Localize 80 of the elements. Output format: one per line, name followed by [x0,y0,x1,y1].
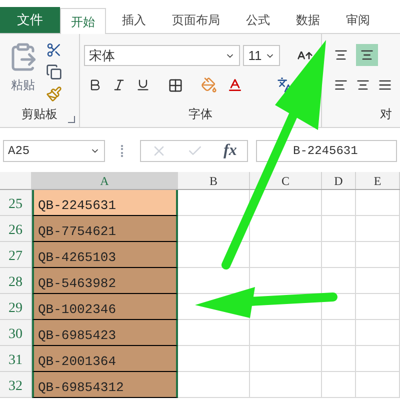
align-left-icon[interactable] [334,78,348,92]
table-cell[interactable]: QB-5463982 [32,268,178,294]
align-middle-icon [334,48,348,62]
table-cell[interactable]: QB-2001364 [32,346,178,372]
table-cell[interactable] [356,294,400,320]
row-header[interactable]: 28 [0,268,32,294]
column-header[interactable]: B [178,172,250,189]
table-cell[interactable] [356,268,400,294]
table-cell[interactable] [356,216,400,242]
ribbon-tab[interactable]: 插入 [112,7,156,33]
table-cell[interactable] [178,372,250,398]
table-cell[interactable] [322,346,356,372]
table-cell[interactable] [178,346,250,372]
table-cell[interactable]: QB-4265103 [32,242,178,268]
table-cell[interactable] [250,242,322,268]
copy-icon[interactable] [46,64,62,80]
italic-icon[interactable] [112,78,126,92]
table-cell[interactable] [356,242,400,268]
table-cell[interactable] [322,190,356,216]
paste-label[interactable]: 粘贴 [11,76,35,94]
separator-dots-icon [121,145,124,157]
row-header[interactable]: 32 [0,372,32,398]
ribbon-tab[interactable]: 审阅 [336,7,380,33]
group-label: 字体 [188,106,214,123]
ribbon-tab[interactable]: 公式 [236,7,280,33]
table-cell[interactable] [250,372,322,398]
font-name-field[interactable]: 宋体 [84,45,240,66]
table-cell[interactable]: QB-7754621 [32,216,178,242]
column-header[interactable]: A [32,172,178,189]
row-header[interactable]: 30 [0,320,32,346]
table-cell[interactable] [356,320,400,346]
table-cell[interactable] [322,294,356,320]
table-cell[interactable] [178,190,250,216]
borders-icon[interactable] [168,78,184,92]
group-label: 剪贴板 [22,106,58,123]
row-header[interactable]: 29 [0,294,32,320]
table-cell[interactable] [356,346,400,372]
table-cell[interactable] [322,216,356,242]
ribbon-tab[interactable]: 数据 [286,7,330,33]
column-header[interactable]: D [322,172,356,189]
column-header[interactable]: C [250,172,322,189]
table-cell[interactable] [250,346,322,372]
ribbon-tab[interactable]: 页面布局 [162,7,230,33]
table-cell[interactable] [356,190,400,216]
table-cell[interactable] [322,372,356,398]
row-header[interactable]: 27 [0,242,32,268]
font-color-icon[interactable] [227,77,244,93]
bold-icon[interactable] [88,78,102,92]
formula-input-field[interactable]: B-2245631 [256,140,397,162]
table-cell[interactable] [178,242,250,268]
cut-icon[interactable] [46,42,62,58]
align-middle-icon [360,48,374,62]
align-right-icon[interactable] [378,78,392,92]
font-size-field[interactable]: 11 [243,45,280,66]
table-cell[interactable] [178,320,250,346]
row-header[interactable]: 26 [0,216,32,242]
table-cell[interactable]: QB-6985423 [32,320,178,346]
table-cell[interactable] [322,242,356,268]
row-header[interactable]: 25 [0,190,32,216]
fill-color-icon[interactable] [201,77,218,93]
table-cell[interactable] [250,320,322,346]
insert-function-button[interactable]: fx [224,139,237,163]
table-cell[interactable]: QB-69854312 [32,372,178,398]
column-header[interactable]: E [356,172,400,189]
ribbon-tab[interactable]: 开始 [60,8,106,34]
table-cell[interactable] [250,190,322,216]
row-header[interactable]: 31 [0,346,32,372]
file-tab[interactable]: 文件 [0,7,60,33]
group-label: 对 [380,106,392,123]
table-cell[interactable]: QB-1002346 [32,294,178,320]
table-cell[interactable]: QB-2245631 [32,190,178,216]
align-center-icon[interactable] [356,78,370,92]
align-button[interactable] [356,44,378,66]
table-cell[interactable] [250,216,322,242]
format-painter-icon[interactable] [46,86,62,102]
table-cell[interactable] [322,320,356,346]
underline-icon[interactable] [136,78,150,92]
dialog-launcher-icon[interactable] [68,116,76,123]
name-box[interactable]: A25 [3,140,105,162]
table-cell[interactable] [356,372,400,398]
